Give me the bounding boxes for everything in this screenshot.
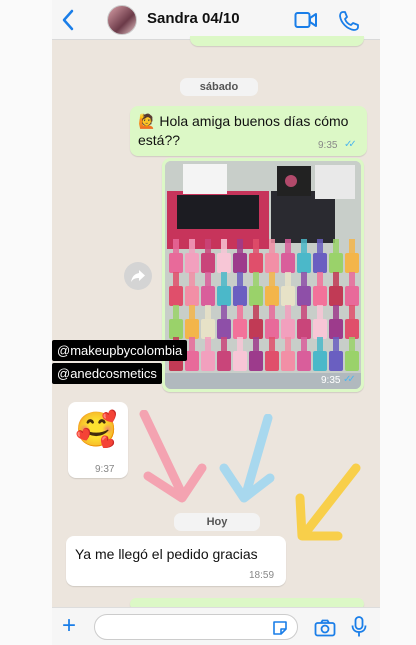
product-photo[interactable]: 9:35 ✓✓ [165, 161, 361, 389]
right-margin [380, 0, 416, 645]
message-text: Ya me llegó el pedido gracias [75, 546, 258, 562]
chevron-left-icon[interactable] [60, 8, 76, 32]
nail-polish-photo [165, 161, 361, 389]
forward-icon [131, 270, 145, 282]
message-time: 18:59 [249, 570, 275, 581]
photo-time: 9:35 [321, 375, 341, 386]
raising-hand-emoji: 🙋 [138, 113, 156, 129]
read-receipt-icon: ✓✓ [343, 374, 356, 385]
incoming-emoji-message[interactable]: 🥰 9:37 [68, 402, 128, 478]
camera-icon[interactable] [314, 619, 336, 637]
message-text: Hola amiga buenos días cómo [159, 113, 349, 129]
sticker-icon[interactable] [272, 620, 288, 636]
date-separator: sábado [180, 78, 258, 96]
previous-message-fragment [190, 36, 364, 46]
pink-arrow-icon [139, 410, 207, 503]
avatar[interactable] [107, 5, 137, 35]
message-time: 9:37 [95, 464, 115, 475]
contact-name[interactable]: Sandra 04/10 [147, 10, 240, 27]
forward-button[interactable] [124, 262, 152, 290]
phone-icon[interactable] [338, 10, 360, 32]
read-receipt-icon: ✓✓ [344, 139, 357, 150]
mention-tag[interactable]: @makeupbycolombia [52, 340, 188, 361]
message-text: está?? [138, 132, 181, 148]
outgoing-message[interactable]: 🙋 Hola amiga buenos días cómo está?? 9:3… [130, 106, 367, 156]
plus-icon[interactable]: + [62, 614, 76, 638]
date-separator: Hoy [174, 513, 260, 531]
video-camera-icon[interactable] [294, 11, 318, 29]
blue-arrow-icon [219, 414, 275, 503]
mention-tag[interactable]: @anedcosmetics [52, 363, 162, 384]
left-margin [0, 0, 52, 645]
message-input-bar: + [52, 607, 380, 645]
message-input[interactable] [94, 614, 298, 640]
smiling-face-with-hearts-emoji: 🥰 [75, 411, 118, 449]
message-time: 9:35 [318, 140, 338, 151]
microphone-icon[interactable] [351, 616, 367, 638]
incoming-message[interactable]: Ya me llegó el pedido gracias 18:59 [66, 536, 286, 586]
photo-message[interactable]: 9:35 ✓✓ [162, 158, 364, 392]
yellow-arrow-icon [295, 463, 361, 541]
chat-header: Sandra 04/10 [52, 0, 380, 40]
